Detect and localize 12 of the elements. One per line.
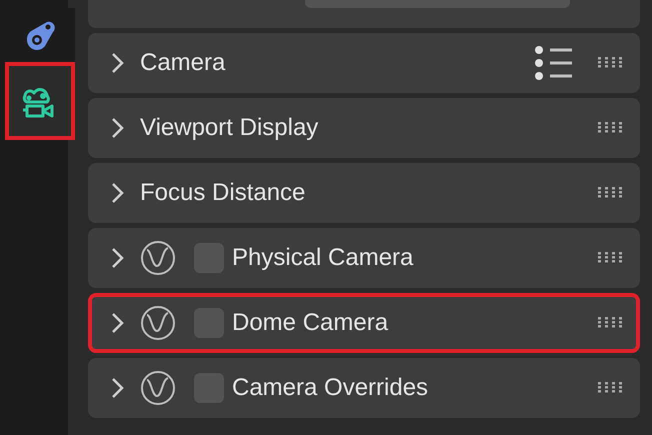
panel-title: Physical Camera [232, 243, 414, 273]
panel-header[interactable]: Viewport Display [88, 98, 640, 158]
panel-header[interactable]: Camera [88, 33, 640, 93]
panel-title: Focus Distance [140, 178, 306, 208]
panel-header[interactable]: Physical Camera [88, 228, 640, 288]
panel-title: Camera Overrides [232, 373, 428, 403]
panel-header[interactable]: Camera Overrides [88, 358, 640, 418]
panel-title: Dome Camera [232, 308, 388, 338]
panel-title: Viewport Display [140, 113, 318, 143]
panel-title: Camera [140, 48, 226, 78]
panel-header[interactable]: Focus Distance [88, 163, 640, 223]
panel-header[interactable]: Dome Camera [88, 293, 640, 353]
